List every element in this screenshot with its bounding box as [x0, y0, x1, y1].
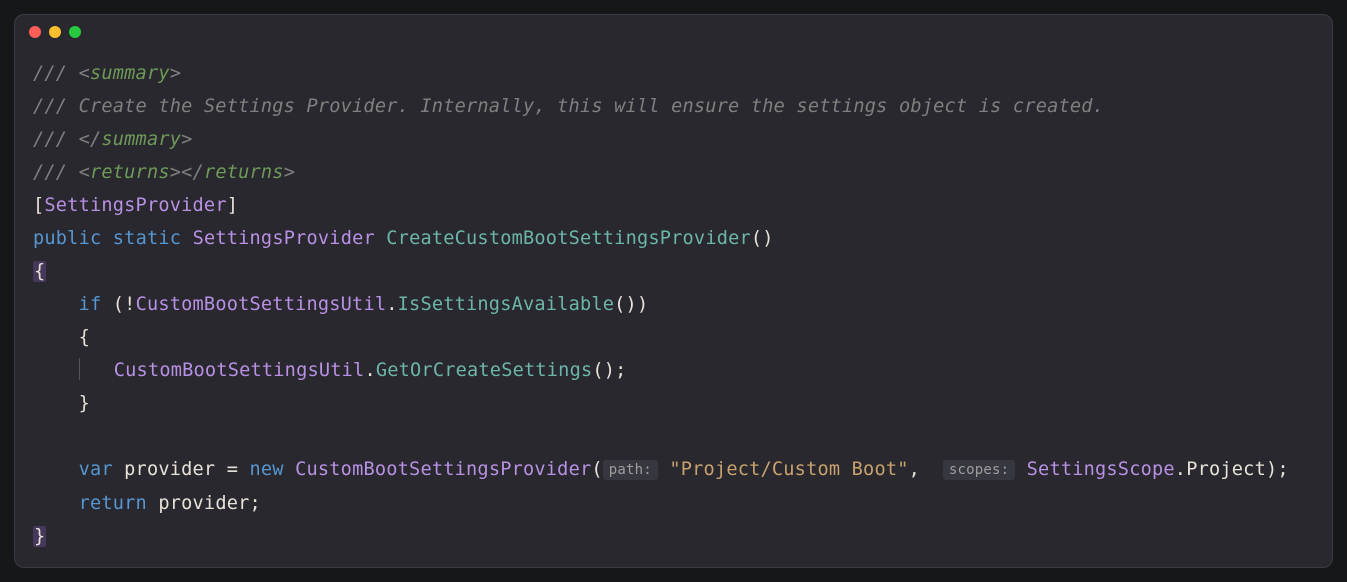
attribute: [SettingsProvider]: [33, 195, 238, 216]
code-editor[interactable]: /// <summary> /// Create the Settings Pr…: [15, 49, 1332, 568]
xmldoc-line: /// </summary>: [33, 129, 193, 150]
xmldoc-line: /// <returns></returns>: [33, 162, 295, 183]
inlay-hint-path: path:: [603, 460, 658, 480]
xmldoc-line: /// Create the Settings Provider. Intern…: [33, 96, 1104, 117]
method-signature: public static SettingsProvider CreateCus…: [33, 228, 774, 249]
brace-close: }: [33, 526, 46, 547]
if-statement: if (!CustomBootSettingsUtil.IsSettingsAv…: [79, 294, 649, 315]
minimize-icon[interactable]: [49, 26, 61, 38]
code-window: /// <summary> /// Create the Settings Pr…: [14, 14, 1333, 568]
zoom-icon[interactable]: [69, 26, 81, 38]
inlay-hint-scopes: scopes:: [943, 460, 1015, 480]
call-expression: CustomBootSettingsUtil.GetOrCreateSettin…: [114, 360, 627, 381]
return-statement: return provider;: [79, 493, 261, 514]
brace-open: {: [79, 327, 90, 348]
window-titlebar: [15, 15, 1332, 49]
caret-guide: [79, 358, 80, 380]
close-icon[interactable]: [29, 26, 41, 38]
brace-open: {: [33, 261, 46, 282]
xmldoc-line: /// <summary>: [33, 63, 181, 84]
brace-close: }: [79, 393, 90, 414]
var-declaration: var provider = new CustomBootSettingsPro…: [79, 459, 1289, 480]
